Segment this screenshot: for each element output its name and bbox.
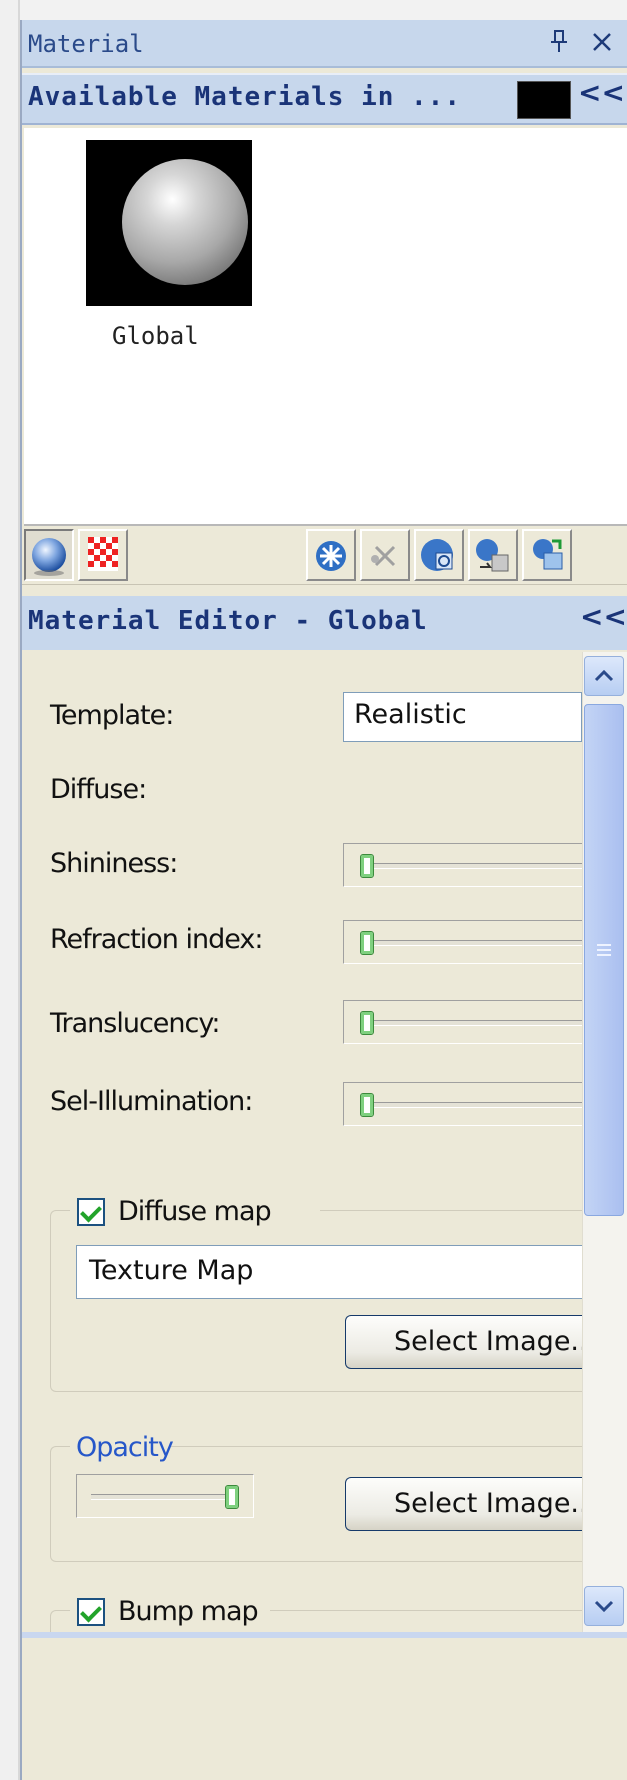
chevron-up-icon xyxy=(594,669,614,682)
diffuse-select-image-button[interactable]: Select Image... xyxy=(345,1315,582,1369)
diffuse-map-label: Diffuse map xyxy=(118,1196,272,1227)
shininess-label: Shininess: xyxy=(50,848,178,879)
checker-background-icon xyxy=(88,537,118,571)
checker-background-button[interactable] xyxy=(78,529,128,581)
refraction-index-label: Refraction index: xyxy=(50,924,263,955)
translucency-slider[interactable] xyxy=(343,1000,582,1044)
import-material-icon xyxy=(533,539,563,570)
slider-thumb[interactable] xyxy=(225,1485,239,1509)
apply-material-button[interactable] xyxy=(414,529,464,581)
self-illumination-label: Sel-Illumination: xyxy=(50,1086,253,1117)
scroll-up-button[interactable] xyxy=(584,656,624,696)
transfer-material-button[interactable] xyxy=(468,529,518,581)
sphere-preview-button[interactable] xyxy=(24,529,74,581)
checkmark-icon xyxy=(80,1600,102,1623)
diffuse-label: Diffuse: xyxy=(50,774,147,805)
refraction-index-slider[interactable] xyxy=(343,920,582,964)
collapse-available-icon[interactable]: << xyxy=(578,76,625,109)
delete-material-icon xyxy=(371,545,396,567)
material-sphere-preview xyxy=(122,159,248,285)
diffuse-texture-field[interactable]: Texture Map xyxy=(76,1245,582,1299)
editor-bottom-border xyxy=(22,1632,627,1638)
scroll-down-button[interactable] xyxy=(584,1586,624,1626)
create-material-icon xyxy=(316,541,346,571)
bump-map-label: Bump map xyxy=(118,1596,259,1627)
create-material-button[interactable] xyxy=(306,529,356,581)
material-label: Global xyxy=(112,322,199,350)
pin-icon[interactable] xyxy=(548,28,570,54)
shininess-slider[interactable] xyxy=(343,843,582,887)
sphere-preview-icon xyxy=(32,538,66,576)
delete-material-button[interactable] xyxy=(360,529,410,581)
apply-material-icon xyxy=(421,539,453,571)
slider-thumb[interactable] xyxy=(360,854,374,878)
opacity-label: Opacity xyxy=(76,1432,174,1463)
collapse-editor-icon[interactable]: << xyxy=(580,600,627,633)
translucency-label: Translucency: xyxy=(50,1008,220,1039)
grip-icon xyxy=(597,944,611,956)
material-editor-title: Material Editor - Global xyxy=(28,606,428,636)
scroll-thumb[interactable] xyxy=(584,704,624,1216)
opacity-slider[interactable] xyxy=(76,1474,254,1518)
slider-thumb[interactable] xyxy=(360,1011,374,1035)
palette-title: Material xyxy=(28,30,144,58)
background-color-swatch[interactable] xyxy=(517,81,571,119)
self-illumination-slider[interactable] xyxy=(343,1082,582,1126)
checkmark-icon xyxy=(80,1200,102,1223)
diffuse-map-checkbox[interactable] xyxy=(77,1198,105,1226)
outer-window-edge xyxy=(0,0,20,1780)
close-icon[interactable] xyxy=(590,28,614,54)
available-materials-title: Available Materials in ... xyxy=(28,82,461,112)
template-label: Template: xyxy=(50,700,174,731)
slider-thumb[interactable] xyxy=(360,931,374,955)
slider-thumb[interactable] xyxy=(360,1093,374,1117)
chevron-down-icon xyxy=(594,1600,614,1613)
template-select[interactable]: Realistic xyxy=(343,692,582,742)
import-material-button[interactable] xyxy=(522,529,572,581)
opacity-select-image-button[interactable]: Select Image... xyxy=(345,1477,582,1531)
bump-map-checkbox[interactable] xyxy=(77,1598,105,1626)
transfer-material-icon xyxy=(476,539,509,572)
